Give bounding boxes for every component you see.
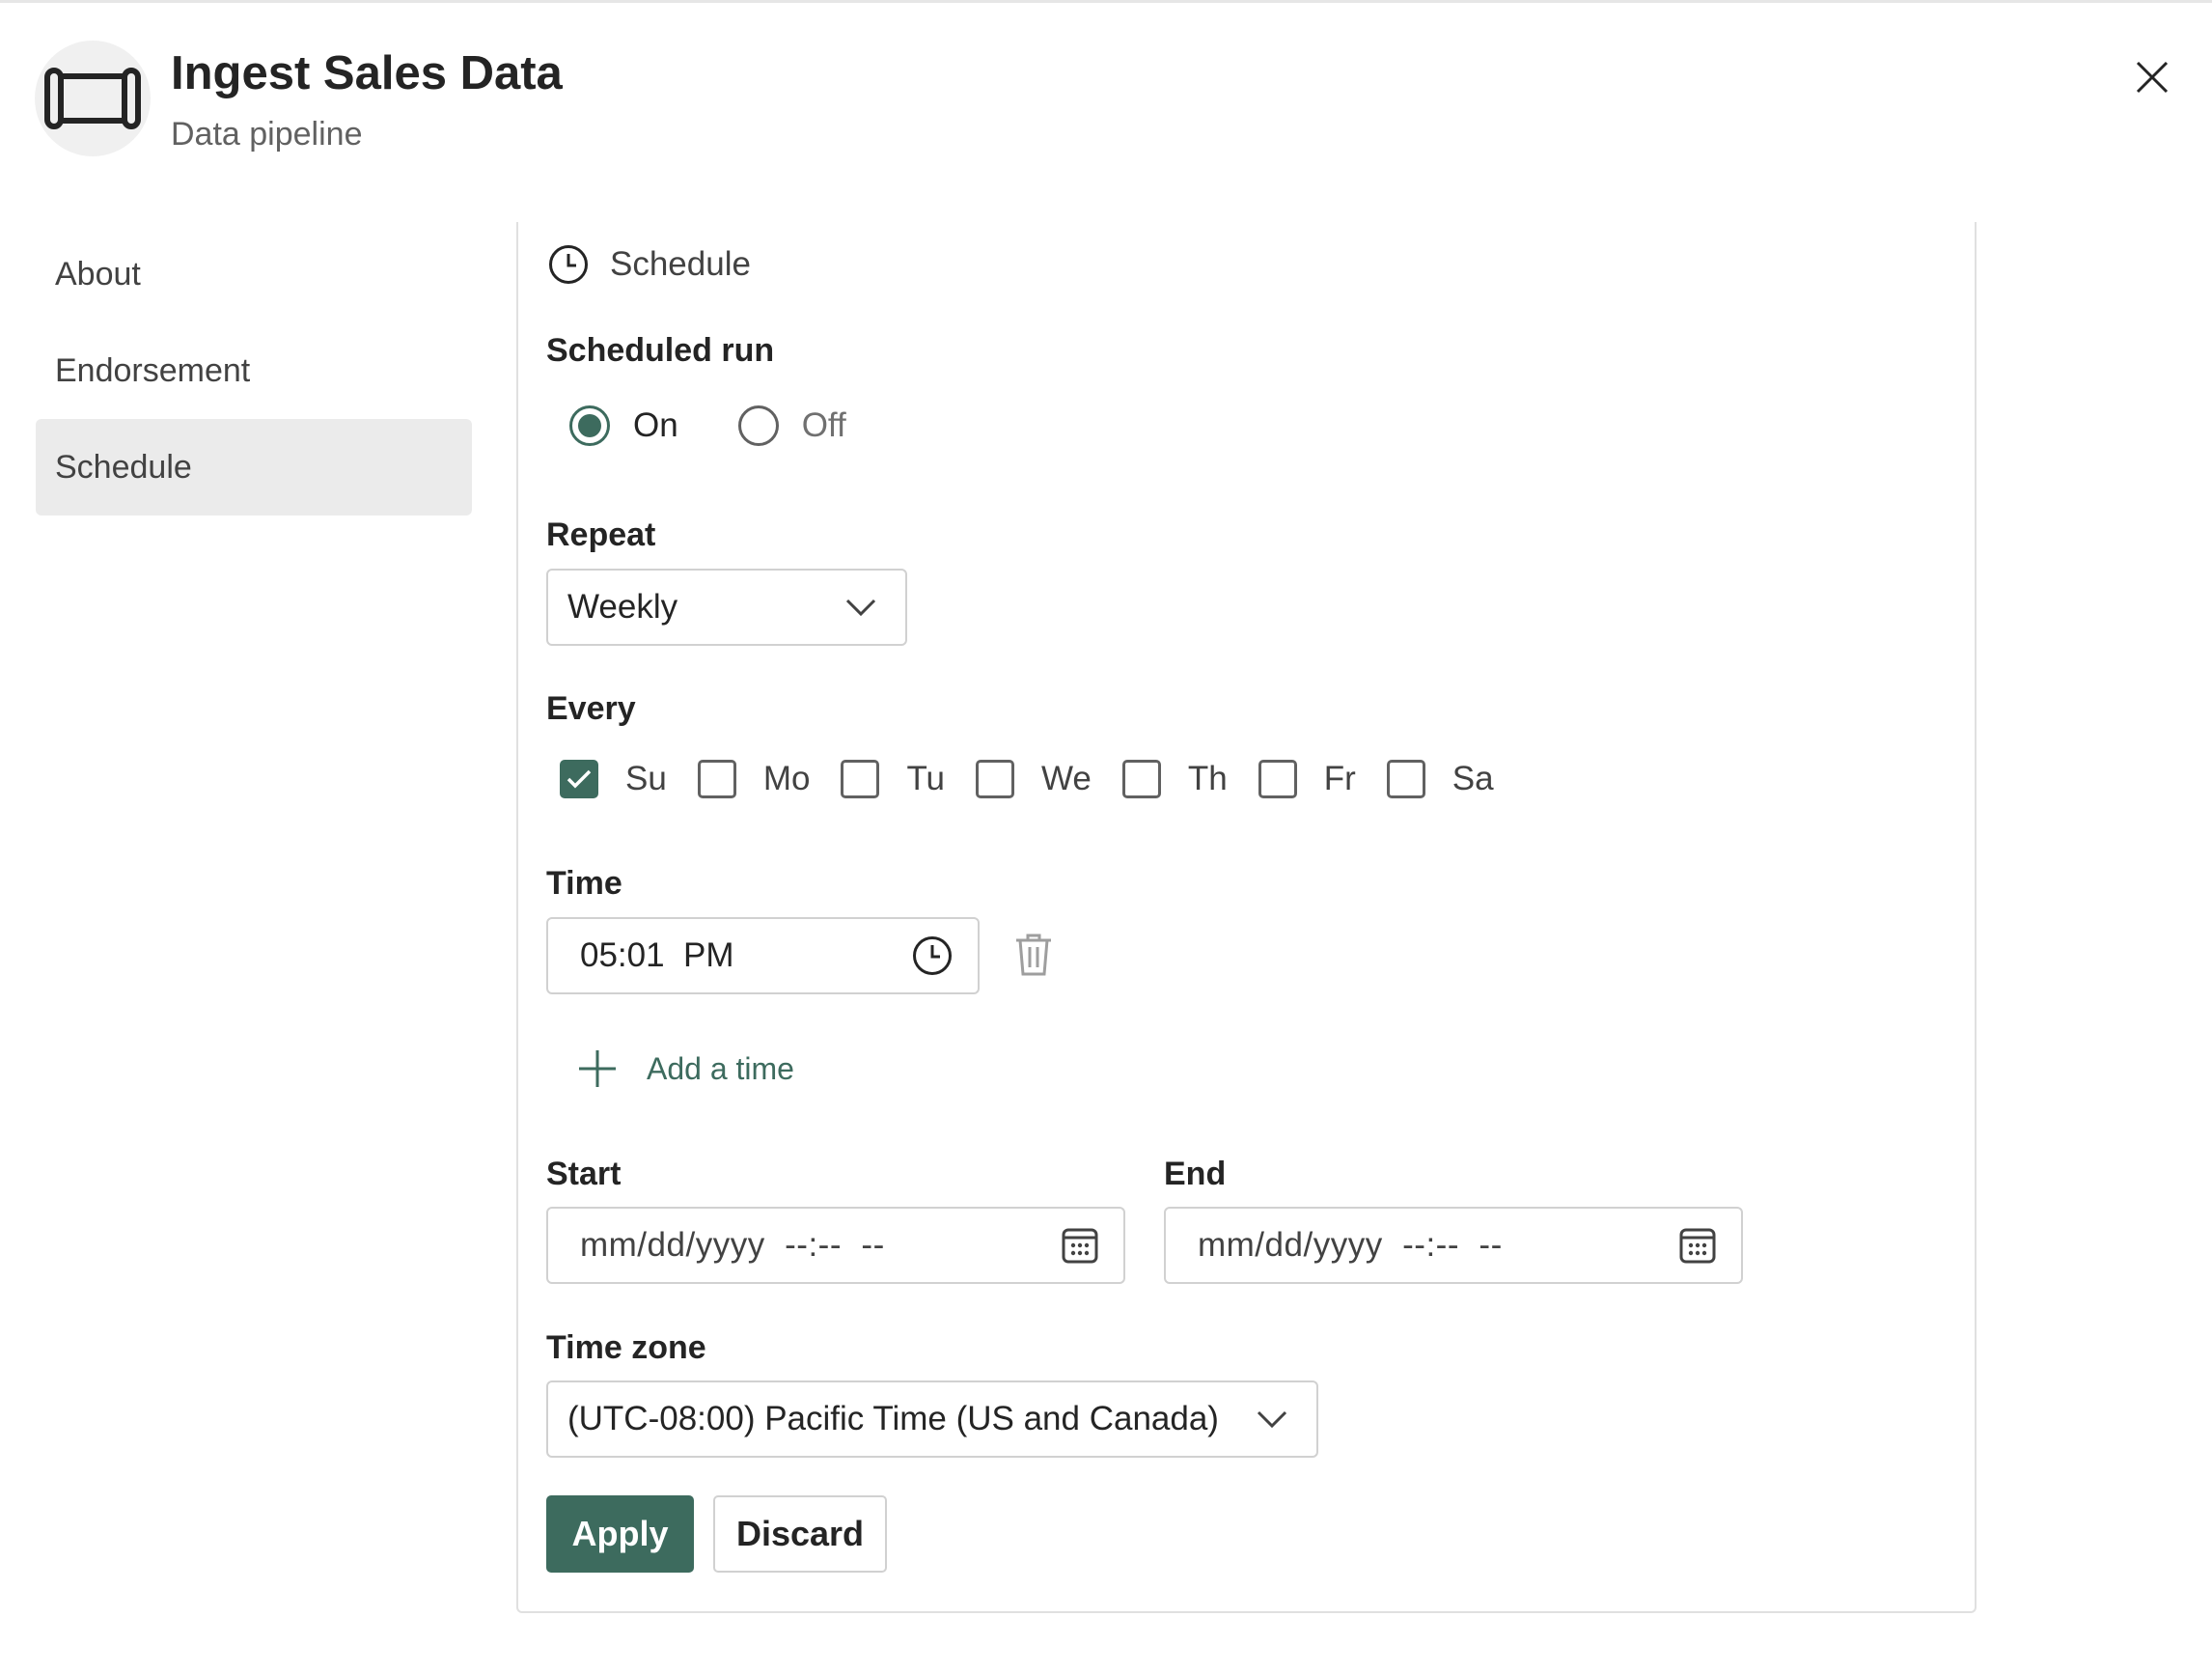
- page-subtitle: Data pipeline: [171, 116, 363, 153]
- close-button[interactable]: [2131, 56, 2173, 98]
- start-placeholder: mm/dd/yyyy --:-- --: [580, 1226, 885, 1264]
- day-label: We: [1040, 760, 1092, 797]
- end-placeholder: mm/dd/yyyy --:-- --: [1198, 1226, 1503, 1264]
- time-zone-label: Time zone: [546, 1329, 706, 1366]
- checkmark-icon: [567, 769, 592, 789]
- radio-off[interactable]: Off: [737, 405, 846, 446]
- radio-on-label: On: [633, 406, 678, 444]
- day-label: Mo: [762, 760, 811, 797]
- sidebar-item-label: Endorsement: [55, 351, 251, 389]
- every-label: Every: [546, 690, 636, 727]
- time-label: Time: [546, 865, 622, 902]
- day-label: Sa: [1452, 760, 1494, 797]
- section-header: Schedule: [548, 244, 751, 285]
- end-label: End: [1164, 1156, 1227, 1192]
- clock-icon: [549, 245, 588, 284]
- plus-icon: [579, 1050, 616, 1087]
- time-zone-value: (UTC-08:00) Pacific Time (US and Canada): [567, 1400, 1219, 1437]
- day-label: Tu: [906, 760, 945, 797]
- day-label: Th: [1187, 760, 1228, 797]
- time-value: 05:01 PM: [580, 936, 734, 974]
- sidebar-item-endorsement[interactable]: Endorsement: [36, 322, 472, 419]
- day-sa[interactable]: Sa: [1386, 760, 1494, 798]
- day-we[interactable]: We: [975, 760, 1092, 798]
- sidebar-item-label: About: [55, 255, 141, 293]
- chevron-down-icon: [845, 599, 876, 616]
- repeat-dropdown[interactable]: Weekly: [546, 569, 907, 646]
- day-label: Fr: [1323, 760, 1356, 797]
- start-datetime-input[interactable]: mm/dd/yyyy --:-- --: [546, 1207, 1125, 1284]
- calendar-icon[interactable]: [1062, 1227, 1098, 1264]
- sidebar-item-schedule[interactable]: Schedule: [36, 419, 472, 516]
- sidebar-item-about[interactable]: About: [36, 226, 472, 322]
- start-label: Start: [546, 1156, 622, 1192]
- section-title: Schedule: [610, 245, 751, 283]
- pipeline-icon: [35, 41, 151, 156]
- scheduled-run-label: Scheduled run: [546, 332, 775, 369]
- checkbox-fr: [1258, 760, 1297, 798]
- chevron-down-icon: [1257, 1410, 1287, 1428]
- day-mo[interactable]: Mo: [697, 760, 811, 798]
- checkbox-sa: [1386, 760, 1425, 798]
- sidebar-item-label: Schedule: [55, 448, 192, 486]
- radio-off-indicator: [737, 405, 779, 446]
- day-checkbox-group: Su Mo Tu We Th Fr Sa: [560, 760, 1494, 798]
- day-tu[interactable]: Tu: [841, 760, 945, 798]
- scheduled-run-radio-group: On Off: [569, 405, 846, 446]
- trash-icon: [1016, 934, 1051, 976]
- day-fr[interactable]: Fr: [1258, 760, 1356, 798]
- apply-button[interactable]: Apply: [546, 1495, 694, 1573]
- end-datetime-input[interactable]: mm/dd/yyyy --:-- --: [1164, 1207, 1743, 1284]
- schedule-settings-dialog: Ingest Sales Data Data pipeline About En…: [0, 0, 2212, 1673]
- repeat-value: Weekly: [567, 588, 678, 626]
- top-divider: [0, 0, 2212, 3]
- close-icon: [2136, 61, 2169, 94]
- delete-time-button[interactable]: [1012, 932, 1055, 978]
- add-time-label: Add a time: [647, 1050, 794, 1086]
- clock-icon[interactable]: [912, 935, 953, 976]
- time-zone-dropdown[interactable]: (UTC-08:00) Pacific Time (US and Canada): [546, 1380, 1318, 1458]
- day-su[interactable]: Su: [560, 760, 667, 798]
- discard-button[interactable]: Discard: [713, 1495, 887, 1573]
- checkbox-we: [975, 760, 1014, 798]
- day-th[interactable]: Th: [1121, 760, 1228, 798]
- time-input[interactable]: 05:01 PM: [546, 917, 980, 994]
- calendar-icon[interactable]: [1679, 1227, 1716, 1264]
- add-time-button[interactable]: Add a time: [577, 1048, 794, 1089]
- checkbox-mo: [697, 760, 736, 798]
- radio-on[interactable]: On: [569, 405, 678, 446]
- checkbox-tu: [841, 760, 880, 798]
- repeat-label: Repeat: [546, 516, 656, 553]
- day-label: Su: [625, 760, 667, 797]
- radio-on-indicator: [569, 405, 610, 446]
- checkbox-th: [1121, 760, 1161, 798]
- checkbox-su: [560, 760, 598, 798]
- page-title: Ingest Sales Data: [171, 47, 563, 99]
- radio-off-label: Off: [801, 406, 846, 444]
